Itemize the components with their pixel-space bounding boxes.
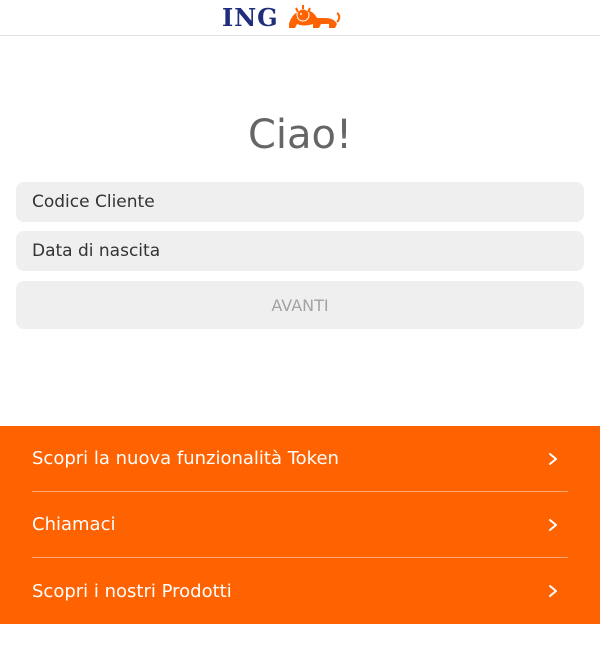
customer-code-input[interactable]: Codice Cliente [16,182,584,222]
menu-item-label: Chiamaci [32,514,116,535]
birth-date-input[interactable]: Data di nascita [16,231,584,271]
next-button[interactable]: AVANTI [16,281,584,329]
logo-text: ING [222,2,279,32]
menu-item-label: Scopri i nostri Prodotti [32,580,232,602]
chevron-right-icon [549,585,557,597]
info-menu-panel: Scopri la nuova funzionalità Token Chiam… [0,426,600,624]
ing-lion-icon [288,5,340,28]
menu-item-token[interactable]: Scopri la nuova funzionalità Token [32,426,568,492]
top-header: ING [0,0,600,36]
ing-logo[interactable]: ING [222,2,341,32]
menu-item-call-us[interactable]: Chiamaci [32,492,568,558]
chevron-right-icon [549,518,557,531]
customer-code-placeholder: Codice Cliente [32,192,155,212]
menu-item-products[interactable]: Scopri i nostri Prodotti [32,558,568,624]
greeting-title: Ciao! [247,112,353,158]
birth-date-placeholder: Data di nascita [32,241,161,261]
chevron-right-icon [549,452,557,465]
menu-item-label: Scopri la nuova funzionalità Token [32,448,339,469]
